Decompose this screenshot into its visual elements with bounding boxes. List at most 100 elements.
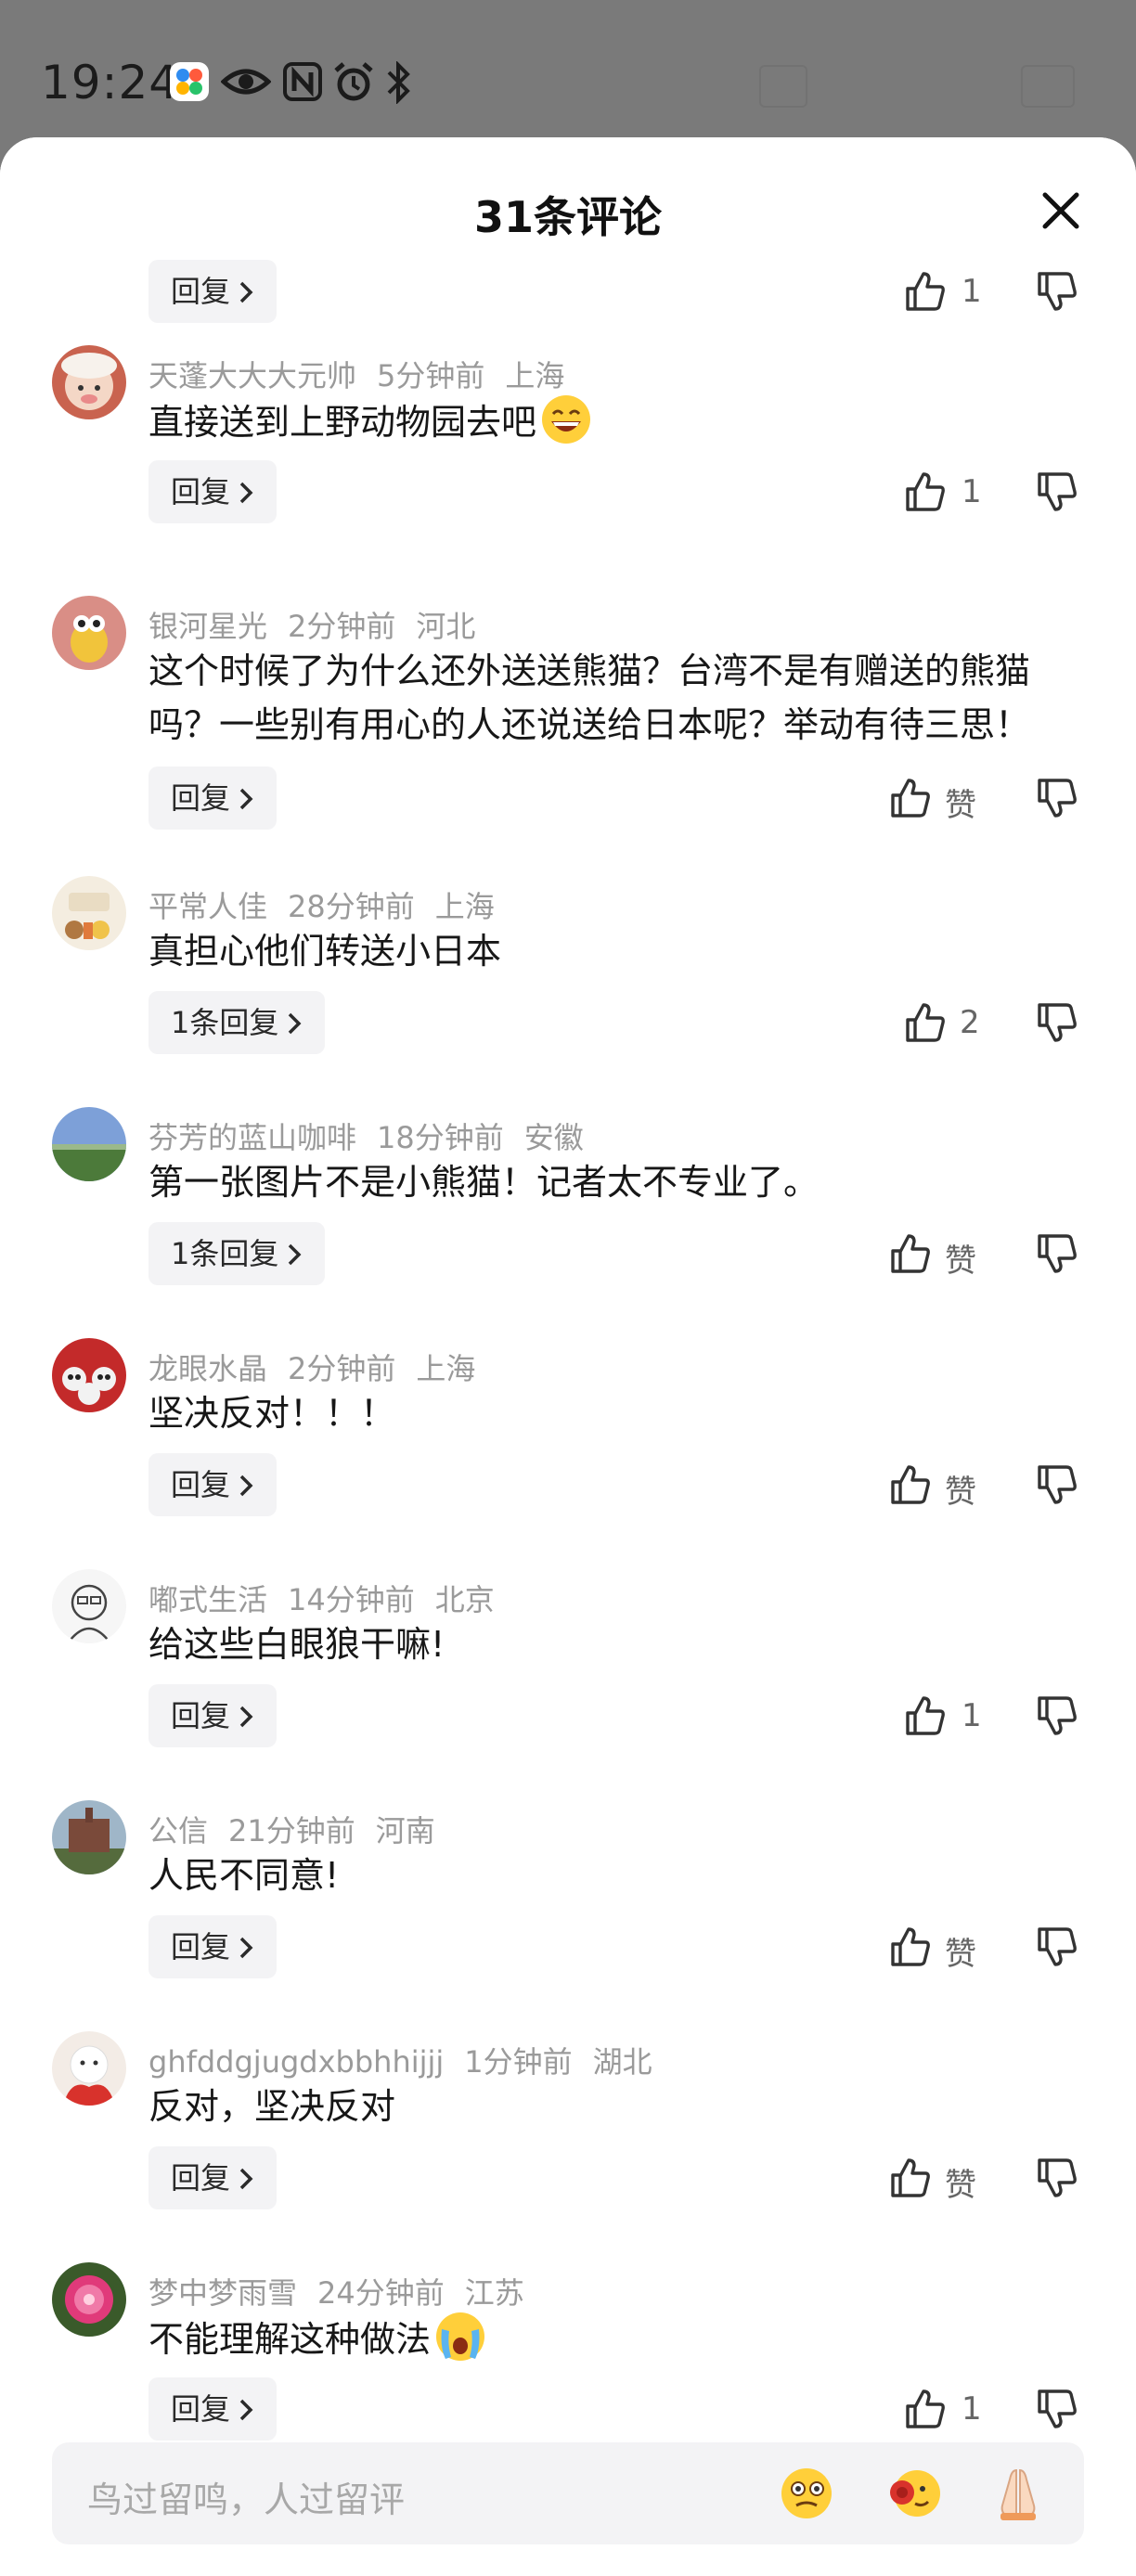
crying-face-icon [436, 2312, 485, 2361]
like-icon[interactable] [889, 1463, 932, 1506]
like-icon[interactable] [904, 470, 947, 513]
avatar[interactable] [52, 1107, 126, 1181]
reply-button[interactable]: 回复 [148, 260, 278, 323]
comment-item: 平常人佳 28分钟前 上海 真担心他们转送小日本 1条回复 2 [0, 876, 1136, 1107]
comment-input-placeholder: 鸟过留鸣，人过留评 [87, 2479, 406, 2520]
comment-item: 嘟式生活 14分钟前 北京 给这些白眼狼干嘛! 回复 1 [0, 1569, 1136, 1800]
chevron-right-icon [239, 1475, 253, 1497]
status-bar: 19:24 [0, 0, 1136, 139]
username[interactable]: 银河星光 [148, 609, 267, 644]
comment-meta: ghfddgjugdxbbhhijjj 1分钟前 湖北 [148, 2039, 673, 2081]
username[interactable]: 平常人佳 [148, 889, 267, 924]
comment-list[interactable]: 回复 1 天蓬大大大元帅 5分钟前 上海 直接送到上野动物园去吧 回复 1 银河星光… [0, 258, 1136, 2555]
chevron-right-icon [289, 1012, 302, 1035]
reply-button[interactable]: 1条回复 [148, 991, 326, 1054]
reply-button[interactable]: 回复 [148, 460, 278, 523]
folded-hands-emoji-icon[interactable] [989, 2465, 1047, 2522]
dislike-icon[interactable] [1036, 1463, 1078, 1506]
like-count: 1 [962, 273, 982, 310]
comment-location: 江苏 [464, 2275, 524, 2311]
username[interactable]: 嘟式生活 [148, 1582, 267, 1617]
reply-button[interactable]: 回复 [148, 2377, 278, 2441]
signal-icon [759, 65, 807, 108]
username[interactable]: 龙眼水晶 [148, 1351, 267, 1386]
username[interactable]: 公信 [148, 1813, 208, 1848]
dislike-icon[interactable] [1036, 1694, 1078, 1737]
reply-button[interactable]: 回复 [148, 766, 278, 830]
app-icon [170, 62, 209, 101]
comment-location: 上海 [434, 889, 495, 924]
nfc-icon [283, 62, 322, 101]
comment-location: 北京 [434, 1582, 495, 1617]
comment-meta: 银河星光 2分钟前 河北 [148, 603, 496, 646]
avatar[interactable] [52, 1338, 126, 1412]
grinning-face-icon [542, 395, 591, 444]
like-icon[interactable] [904, 270, 947, 313]
username[interactable]: 天蓬大大大元帅 [148, 358, 356, 393]
eye-icon [221, 69, 271, 95]
dislike-icon[interactable] [1036, 1232, 1078, 1275]
like-icon[interactable] [904, 2388, 947, 2430]
avatar[interactable] [52, 345, 126, 419]
comment-item: 龙眼水晶 2分钟前 上海 坚决反对！！！ 回复 赞 [0, 1338, 1136, 1569]
comment-item: 公信 21分钟前 河南 人民不同意! 回复 赞 [0, 1800, 1136, 2031]
comment-text: 坚决反对！！！ [148, 1393, 396, 1434]
comment-text: 给这些白眼狼干嘛! [148, 1624, 445, 1665]
like-icon[interactable] [889, 2157, 932, 2199]
comment-time: 14分钟前 [288, 1582, 415, 1617]
comment-time: 5分钟前 [377, 358, 485, 393]
dislike-icon[interactable] [1036, 777, 1078, 819]
dislike-icon[interactable] [1036, 1926, 1078, 1968]
reply-button[interactable]: 1条回复 [148, 1222, 326, 1285]
like-count: 赞 [945, 1474, 976, 1511]
comment-location: 河北 [416, 609, 476, 644]
comment-item: 天蓬大大大元帅 5分钟前 上海 直接送到上野动物园去吧 回复 1 [0, 345, 1136, 576]
avatar[interactable] [52, 1569, 126, 1643]
reply-button[interactable]: 回复 [148, 1684, 278, 1747]
close-icon[interactable] [1038, 187, 1084, 234]
like-icon[interactable] [889, 1232, 932, 1275]
reply-button[interactable]: 回复 [148, 2146, 278, 2209]
comment-location: 上海 [505, 358, 565, 393]
comment-time: 2分钟前 [288, 1351, 396, 1386]
comment-time: 21分钟前 [228, 1813, 355, 1848]
like-count: 赞 [945, 1936, 976, 1973]
comment-time: 2分钟前 [288, 609, 396, 644]
dislike-icon[interactable] [1036, 2157, 1078, 2199]
avatar[interactable] [52, 876, 126, 950]
like-icon[interactable] [889, 1926, 932, 1968]
dislike-icon[interactable] [1036, 2388, 1078, 2430]
dislike-icon[interactable] [1036, 270, 1078, 313]
comment-item: 银河星光 2分钟前 河北 这个时候了为什么还外送送熊猫？台湾不是有赠送的熊猫吗？一些… [0, 596, 1136, 874]
avatar[interactable] [52, 1800, 126, 1874]
comment-text: 第一张图片不是小熊猫！记者太不专业了。 [148, 1162, 820, 1203]
comment-location: 河南 [375, 1813, 435, 1848]
comment-time: 24分钟前 [317, 2275, 445, 2311]
comment-meta: 芬芳的蓝山咖啡 18分钟前 安徽 [148, 1114, 604, 1157]
avatar[interactable] [52, 2262, 126, 2337]
comment-sheet: 31条评论 回复 1 天蓬大大大元帅 5分钟前 上海 直接送到上野动物园去吧 回复 … [0, 137, 1136, 2576]
like-icon[interactable] [904, 1001, 947, 1044]
username[interactable]: ghfddgjugdxbbhhijjj [148, 2044, 444, 2080]
comment-input[interactable]: 鸟过留鸣，人过留评 [52, 2442, 1084, 2544]
comment-item: ghfddgjugdxbbhhijjj 1分钟前 湖北 反对，坚决反对 回复 赞 [0, 2031, 1136, 2262]
avatar[interactable] [52, 596, 126, 670]
thinking-face-emoji-icon[interactable] [778, 2465, 835, 2522]
comment-location: 上海 [416, 1351, 476, 1386]
like-count: 1 [962, 473, 982, 510]
reply-button[interactable]: 回复 [148, 1915, 278, 1978]
comment-meta: 天蓬大大大元帅 5分钟前 上海 [148, 353, 585, 395]
like-icon[interactable] [889, 777, 932, 819]
dislike-icon[interactable] [1036, 470, 1078, 513]
comment-text: 这个时候了为什么还外送送熊猫？台湾不是有赠送的熊猫吗？一些别有用心的人还说送给日… [148, 650, 1031, 745]
username[interactable]: 芬芳的蓝山咖啡 [148, 1120, 356, 1155]
avatar[interactable] [52, 2031, 126, 2106]
reply-button[interactable]: 回复 [148, 1453, 278, 1516]
comment-text: 真担心他们转送小日本 [148, 931, 502, 972]
like-count: 赞 [945, 787, 976, 824]
rose-face-emoji-icon[interactable] [885, 2465, 943, 2522]
like-icon[interactable] [904, 1694, 947, 1737]
comment-meta: 嘟式生活 14分钟前 北京 [148, 1577, 515, 1619]
username[interactable]: 梦中梦雨雪 [148, 2275, 297, 2311]
dislike-icon[interactable] [1036, 1001, 1078, 1044]
